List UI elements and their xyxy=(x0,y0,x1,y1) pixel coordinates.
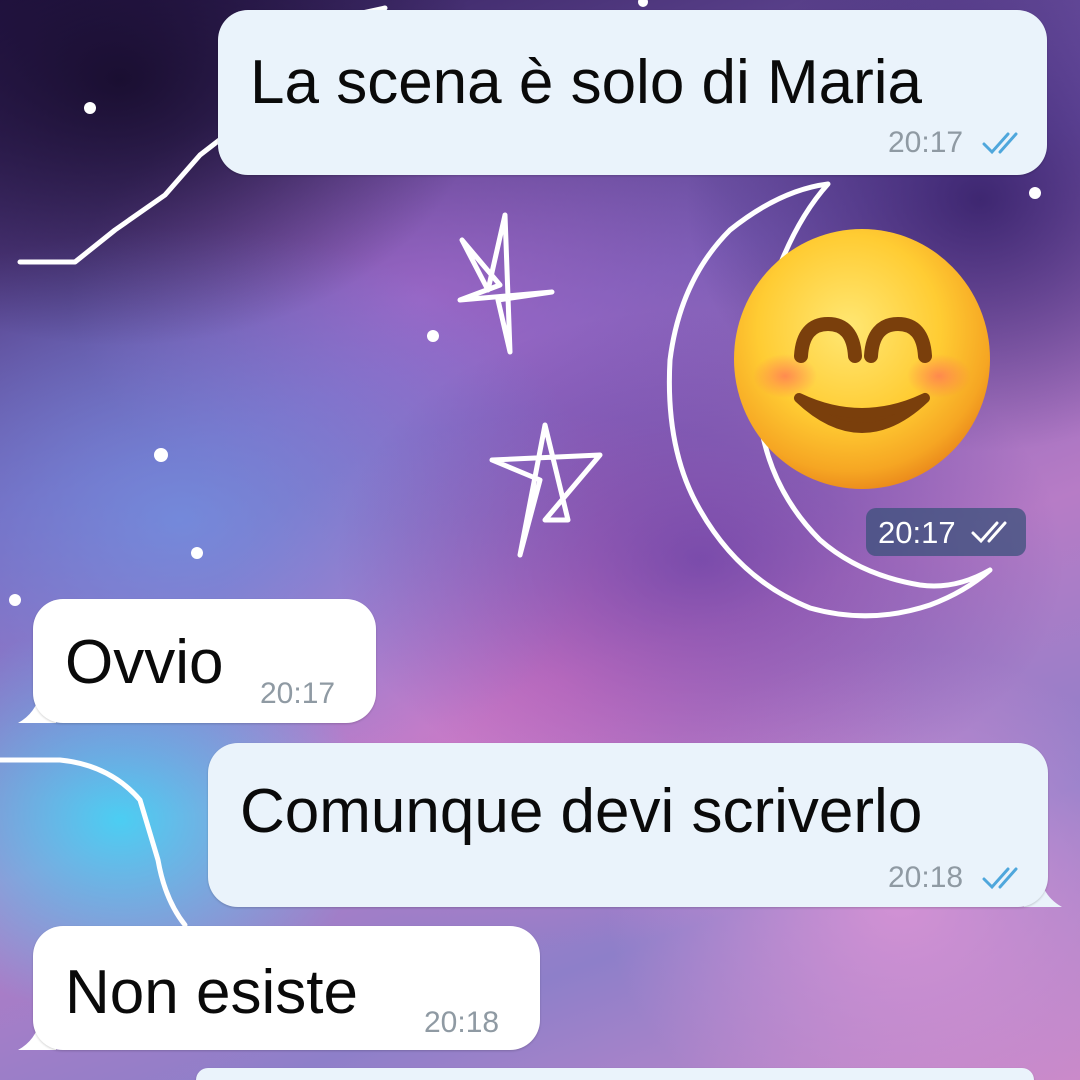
doodle-line-top xyxy=(17,135,225,265)
message-bubble-outgoing[interactable]: Comunque devi scriverlo 20:18 xyxy=(208,743,1048,907)
message-bubble-incoming[interactable]: Non esiste 20:18 xyxy=(33,926,540,1050)
message-text: Comunque devi scriverlo xyxy=(240,777,923,846)
smiling-face-icon xyxy=(734,229,990,489)
message-timestamp: 20:18 xyxy=(888,861,964,894)
message-timestamp: 20:17 xyxy=(878,515,956,550)
sticker-timestamp-pill: 20:17 xyxy=(866,508,1026,556)
message-timestamp: 20:18 xyxy=(424,1006,500,1039)
message-text: La scena è solo di Maria xyxy=(250,48,923,117)
message-bubble-outgoing-partial[interactable] xyxy=(196,1068,1034,1080)
doodle-line-bottom-left xyxy=(0,757,188,928)
message-bubble-outgoing[interactable]: La scena è solo di Maria 20:17 xyxy=(218,10,1047,175)
message-text: Non esiste xyxy=(65,958,358,1027)
message-timestamp: 20:17 xyxy=(888,126,964,159)
double-check-icon xyxy=(971,521,1007,544)
star-doodle-2 xyxy=(489,422,603,558)
message-text: Ovvio xyxy=(65,628,224,697)
emoji-sticker[interactable] xyxy=(733,228,991,490)
star-doodle-1 xyxy=(457,212,555,355)
message-timestamp: 20:17 xyxy=(260,677,336,710)
double-check-read-icon xyxy=(982,132,1018,155)
message-bubble-incoming[interactable]: Ovvio 20:17 xyxy=(33,599,376,723)
double-check-read-icon xyxy=(982,867,1018,890)
